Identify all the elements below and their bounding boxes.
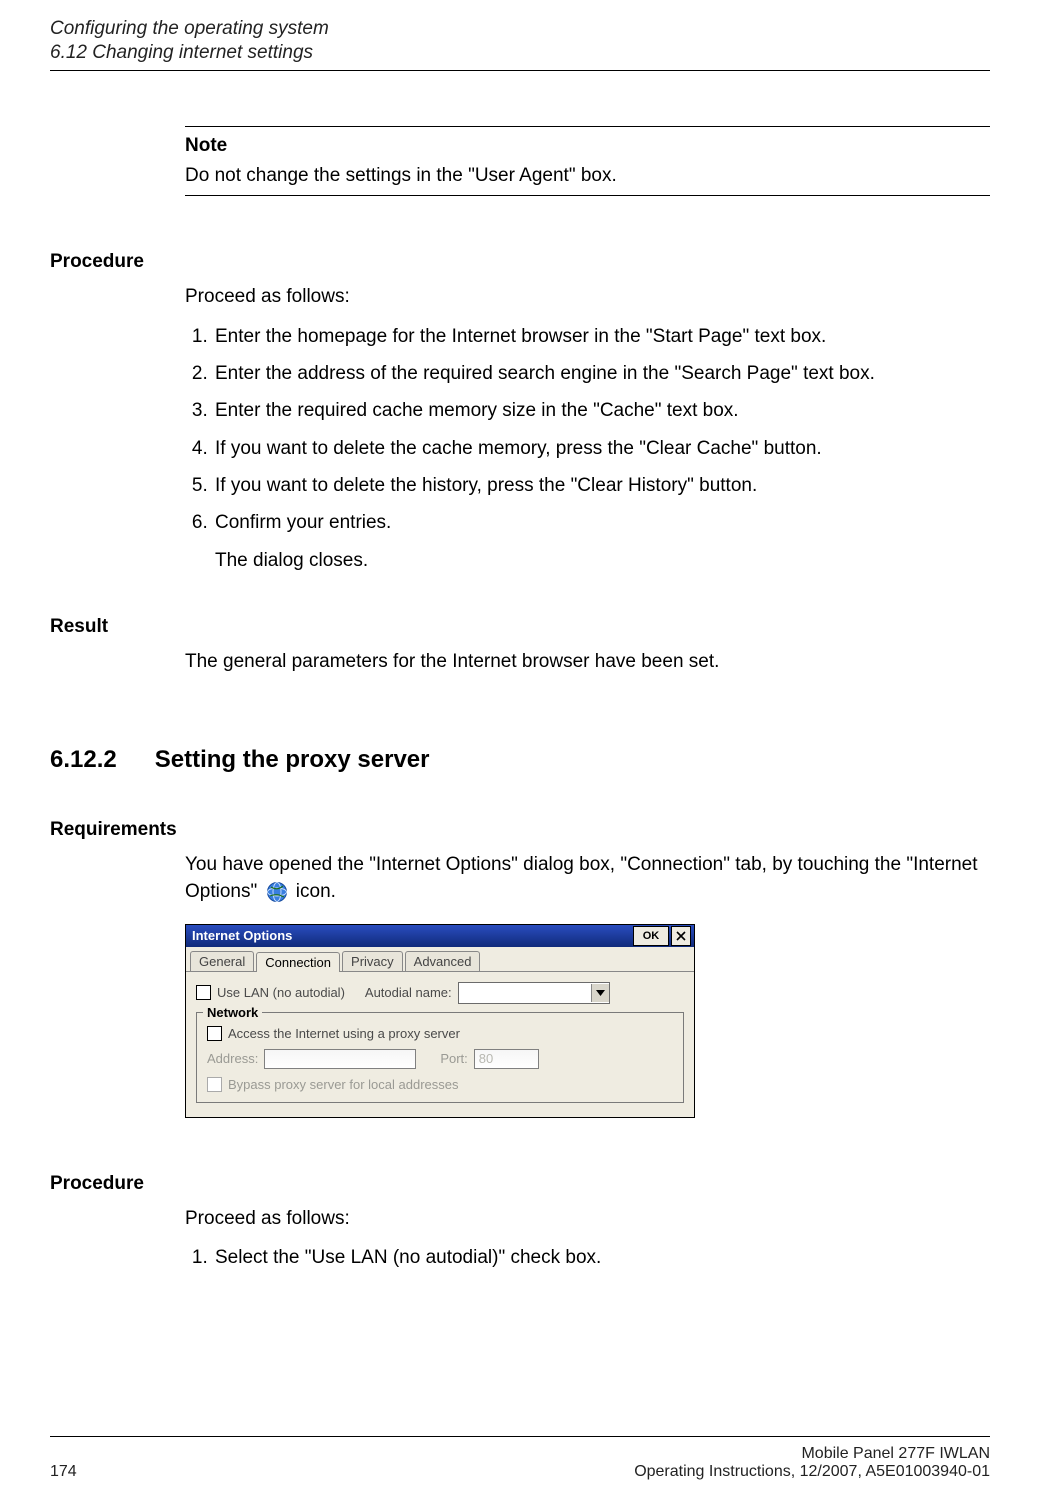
section-number: 6.12.2: [50, 746, 117, 774]
procedure2-intro: Proceed as follows:: [185, 1205, 990, 1233]
use-lan-label: Use LAN (no autodial): [217, 985, 345, 1000]
procedure1-heading: Procedure: [50, 251, 990, 273]
header-section: 6.12 Changing internet settings: [50, 42, 990, 64]
section-6-12-2-heading: 6.12.2 Setting the proxy server: [50, 746, 990, 774]
bypass-label: Bypass proxy server for local addresses: [228, 1077, 458, 1092]
port-input[interactable]: 80: [474, 1049, 539, 1069]
result-heading: Result: [50, 616, 990, 638]
req-text-after: icon.: [296, 881, 336, 902]
port-label: Port:: [440, 1051, 467, 1066]
step: Select the "Use LAN (no autodial)" check…: [213, 1242, 990, 1273]
procedure2-steps: Select the "Use LAN (no autodial)" check…: [185, 1242, 990, 1273]
step-text: Confirm your entries.: [215, 512, 391, 533]
step-subtext: The dialog closes.: [215, 545, 990, 576]
use-proxy-label: Access the Internet using a proxy server: [228, 1026, 460, 1041]
step: Enter the address of the required search…: [213, 358, 990, 389]
tab-advanced[interactable]: Advanced: [405, 951, 481, 971]
header-chapter: Configuring the operating system: [50, 18, 990, 40]
step: If you want to delete the cache memory, …: [213, 433, 990, 464]
header-rule: [50, 70, 990, 71]
page-header: Configuring the operating system 6.12 Ch…: [0, 18, 1040, 64]
tab-connection[interactable]: Connection: [256, 952, 340, 972]
step: If you want to delete the history, press…: [213, 470, 990, 501]
network-fieldset: Network Access the Internet using a prox…: [196, 1012, 684, 1103]
page-number: 174: [50, 1463, 77, 1481]
close-icon: [676, 931, 686, 941]
note-block: Note Do not change the settings in the "…: [185, 126, 990, 196]
address-input[interactable]: [264, 1049, 416, 1069]
step: Confirm your entries. The dialog closes.: [213, 507, 990, 576]
footer-info: Operating Instructions, 12/2007, A5E0100…: [634, 1463, 990, 1481]
procedure1-intro: Proceed as follows:: [185, 283, 990, 311]
footer-doc: Mobile Panel 277F IWLAN: [634, 1445, 990, 1463]
section-title: Setting the proxy server: [155, 746, 430, 774]
bypass-checkbox: [207, 1077, 222, 1092]
autodial-label: Autodial name:: [365, 985, 452, 1000]
tab-general[interactable]: General: [190, 951, 254, 971]
procedure2-heading: Procedure: [50, 1173, 990, 1195]
network-legend: Network: [203, 1005, 262, 1020]
tab-strip: General Connection Privacy Advanced: [186, 947, 694, 972]
step: Enter the homepage for the Internet brow…: [213, 321, 990, 352]
dialog-screenshot: Internet Options OK General Connection P…: [185, 924, 990, 1118]
note-label: Note: [185, 135, 990, 157]
requirements-text: You have opened the "Internet Options" d…: [185, 851, 990, 906]
page-footer: 174 Mobile Panel 277F IWLAN Operating In…: [50, 1445, 990, 1481]
address-label: Address:: [207, 1051, 258, 1066]
dialog-titlebar: Internet Options OK: [186, 925, 694, 947]
result-text: The general parameters for the Internet …: [185, 648, 990, 676]
internet-options-icon: [266, 881, 288, 903]
dropdown-arrow-icon: [591, 984, 609, 1002]
ok-button[interactable]: OK: [633, 926, 669, 946]
use-proxy-checkbox[interactable]: [207, 1026, 222, 1041]
requirements-heading: Requirements: [50, 819, 990, 841]
footer-rule: [50, 1436, 990, 1437]
step: Enter the required cache memory size in …: [213, 395, 990, 426]
dialog-title: Internet Options: [192, 928, 631, 943]
close-button[interactable]: [671, 926, 691, 946]
autodial-select[interactable]: [458, 982, 610, 1004]
procedure1-steps: Enter the homepage for the Internet brow…: [185, 321, 990, 576]
note-text: Do not change the settings in the "User …: [185, 165, 990, 187]
use-lan-checkbox[interactable]: [196, 985, 211, 1000]
tab-privacy[interactable]: Privacy: [342, 951, 403, 971]
